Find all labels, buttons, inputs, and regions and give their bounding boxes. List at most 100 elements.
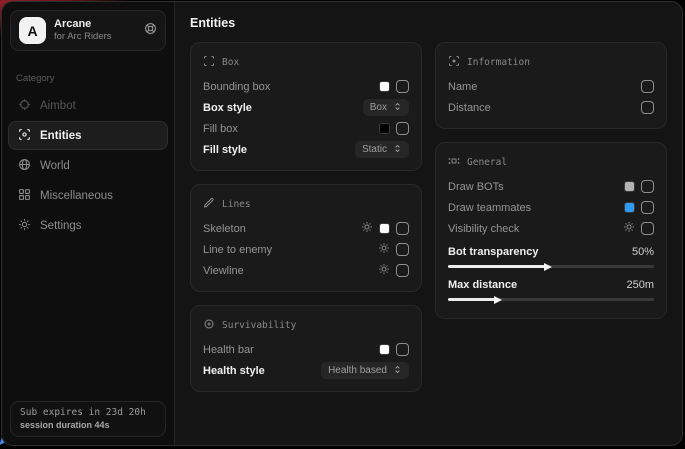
checkbox[interactable] <box>396 122 409 135</box>
row-distance: Distance <box>448 97 654 118</box>
setting-label: Box style <box>203 102 252 114</box>
main-content: Entities Box Bo <box>175 2 682 445</box>
slider-value: 50% <box>632 246 654 258</box>
checkbox[interactable] <box>396 80 409 93</box>
dropdown-value: Static <box>362 144 387 155</box>
sidebar-item-settings[interactable]: Settings <box>8 211 168 240</box>
box-style-dropdown[interactable]: Box <box>363 99 409 116</box>
sidebar-item-world[interactable]: World <box>8 151 168 180</box>
setting-label: Bounding box <box>203 81 270 93</box>
checkbox[interactable] <box>641 180 654 193</box>
row-fill-box: Fill box <box>203 118 409 139</box>
app-window: A Arcane for Arc Riders Category <box>1 1 683 446</box>
sidebar-item-label: Entities <box>40 130 82 142</box>
sidebar-item-aimbot[interactable]: Aimbot <box>8 91 168 120</box>
row-bounding-box: Bounding box <box>203 76 409 97</box>
setting-label: Health bar <box>203 344 254 356</box>
slider-value: 250m <box>626 279 654 291</box>
category-label: Category <box>16 73 160 84</box>
sidebar-item-miscellaneous[interactable]: Miscellaneous <box>8 181 168 210</box>
checkbox[interactable] <box>641 201 654 214</box>
checkbox[interactable] <box>396 243 409 256</box>
health-style-dropdown[interactable]: Health based <box>321 362 409 379</box>
information-scan-icon <box>448 55 460 70</box>
color-swatch[interactable] <box>379 81 390 92</box>
row-name: Name <box>448 76 654 97</box>
subscription-card: Sub expires in 23d 20h session duration … <box>10 401 166 437</box>
row-viewline: Viewline <box>203 260 409 281</box>
section-title: Lines <box>222 199 251 210</box>
row-fill-style: Fill style Static <box>203 139 409 160</box>
color-swatch[interactable] <box>624 181 635 192</box>
lifebuoy-icon[interactable] <box>144 22 157 40</box>
slider-thumb[interactable] <box>544 263 552 271</box>
grid-icon <box>18 188 31 204</box>
checkbox[interactable] <box>641 222 654 235</box>
section-title: Survivability <box>222 320 296 331</box>
setting-label: Distance <box>448 102 491 114</box>
checkbox[interactable] <box>396 222 409 235</box>
gear-icon[interactable] <box>378 241 390 259</box>
dropdown-value: Box <box>370 102 387 113</box>
setting-label: Skeleton <box>203 223 246 235</box>
slider-thumb[interactable] <box>494 296 502 304</box>
session-duration-text: session duration 44s <box>20 420 156 430</box>
chevrons-up-down-icon <box>393 144 402 156</box>
setting-label: Health style <box>203 365 265 377</box>
row-box-style: Box style Box <box>203 97 409 118</box>
setting-label: Fill style <box>203 144 247 156</box>
setting-label: Fill box <box>203 123 238 135</box>
checkbox[interactable] <box>641 80 654 93</box>
sidebar-item-label: Miscellaneous <box>40 190 113 202</box>
row-line-to-enemy: Line to enemy <box>203 239 409 260</box>
gear-icon[interactable] <box>623 220 635 238</box>
pencil-line-icon <box>203 197 215 212</box>
checkbox[interactable] <box>396 264 409 277</box>
setting-label: Draw teammates <box>448 202 531 214</box>
dropdown-value: Health based <box>328 365 387 376</box>
color-swatch[interactable] <box>379 123 390 134</box>
sidebar-item-label: Aimbot <box>40 100 76 112</box>
chevrons-up-down-icon <box>393 102 402 114</box>
setting-label: Bot transparency <box>448 246 538 258</box>
setting-label: Viewline <box>203 265 244 277</box>
scan-eye-icon <box>18 128 31 144</box>
app-subtitle: for Arc Riders <box>54 31 136 43</box>
general-grid-icon <box>448 155 460 170</box>
sidebar-nav: Aimbot Entities World <box>2 91 174 241</box>
gear-icon[interactable] <box>378 262 390 280</box>
section-information: Information Name Distance <box>435 42 667 129</box>
row-health-bar: Health bar <box>203 339 409 360</box>
checkbox[interactable] <box>641 101 654 114</box>
row-draw-teammates: Draw teammates <box>448 197 654 218</box>
color-swatch[interactable] <box>379 223 390 234</box>
slider-track[interactable] <box>448 265 654 268</box>
survivability-icon <box>203 318 215 333</box>
section-title: Information <box>467 57 530 68</box>
crosshair-icon <box>18 98 31 114</box>
color-swatch[interactable] <box>379 344 390 355</box>
section-title: General <box>467 157 507 168</box>
section-lines: Lines Skeleton Line to enemy <box>190 184 422 292</box>
setting-label: Line to enemy <box>203 244 272 256</box>
checkbox[interactable] <box>396 343 409 356</box>
fill-style-dropdown[interactable]: Static <box>355 141 409 158</box>
gear-icon[interactable] <box>361 220 373 238</box>
globe-icon <box>18 158 31 174</box>
box-scan-icon <box>203 55 215 70</box>
sidebar-item-entities[interactable]: Entities <box>8 121 168 150</box>
app-title: Arcane <box>54 18 136 32</box>
section-general: General Draw BOTs Draw teammates <box>435 142 667 319</box>
section-box: Box Bounding box Box style Box <box>190 42 422 171</box>
sidebar-item-label: World <box>40 160 70 172</box>
gear-icon <box>18 218 31 234</box>
sidebar: A Arcane for Arc Riders Category <box>2 2 175 445</box>
sub-expiry-text: Sub expires in 23d 20h <box>20 407 156 418</box>
slider-track[interactable] <box>448 298 654 301</box>
setting-label: Name <box>448 81 477 93</box>
section-title: Box <box>222 57 239 68</box>
color-swatch[interactable] <box>624 202 635 213</box>
setting-label: Visibility check <box>448 223 519 235</box>
setting-label: Max distance <box>448 279 517 291</box>
section-survivability: Survivability Health bar Health style He… <box>190 305 422 392</box>
